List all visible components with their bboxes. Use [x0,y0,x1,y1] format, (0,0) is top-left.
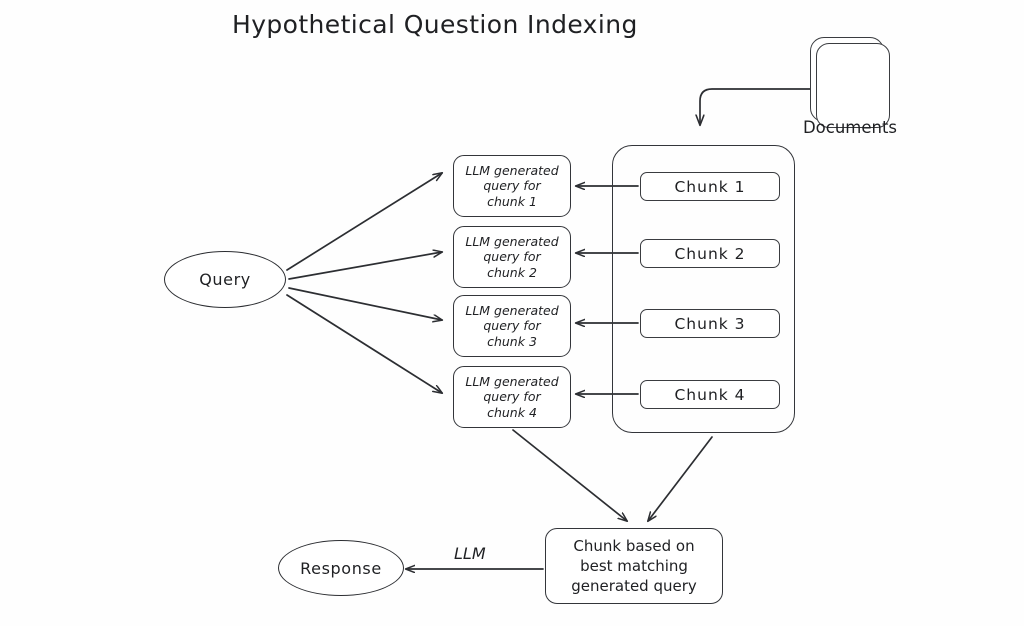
chunk-2-label: Chunk 2 [674,244,746,263]
final-chunk-line3: generated query [571,577,697,595]
query-label: Query [199,270,251,289]
query-node[interactable]: Query [164,251,286,308]
generated-query-4-line3: chunk 4 [487,404,537,420]
chunk-3-label: Chunk 3 [674,314,746,333]
edge-label-llm: LLM [454,544,486,563]
chunk-box-1[interactable]: Chunk 1 [640,172,780,201]
generated-query-4-line2: query for [483,389,541,405]
final-chunk-line1: Chunk based on [573,537,695,555]
chunk-box-2[interactable]: Chunk 2 [640,239,780,268]
edge-genquery4-to-final [512,429,627,521]
generated-query-box-3[interactable]: LLM generated query for chunk 3 [453,295,571,357]
generated-query-3-line1: LLM generated [465,302,559,318]
chunk-box-4[interactable]: Chunk 4 [640,380,780,409]
generated-query-box-2[interactable]: LLM generated query for chunk 2 [453,226,571,288]
generated-query-1-line2: query for [483,178,541,194]
chunk-1-label: Chunk 1 [674,177,746,196]
generated-query-3-line2: query for [483,318,541,334]
edge-query-to-genquery-1 [286,173,442,271]
generated-query-box-4[interactable]: LLM generated query for chunk 4 [453,366,571,428]
edge-query-to-genquery-3 [288,287,442,320]
diagram-canvas: Hypothetical Question Indexing Documents… [0,0,1024,626]
final-chunk-box[interactable]: Chunk based on best matching generated q… [545,528,723,604]
chunk-box-3[interactable]: Chunk 3 [640,309,780,338]
generated-query-4-line1: LLM generated [465,373,559,389]
documents-label: Documents [802,118,898,137]
final-chunk-line2: best matching [580,557,688,575]
edge-query-to-genquery-2 [288,252,442,280]
generated-query-1-line3: chunk 1 [487,193,537,209]
chunk-4-label: Chunk 4 [674,385,746,404]
edge-query-to-genquery-4 [286,294,442,393]
response-label: Response [300,558,382,578]
documents-icon [810,37,890,128]
edge-chunks-to-final [648,436,713,521]
page-title: Hypothetical Question Indexing [232,10,638,39]
generated-query-2-line2: query for [483,249,541,265]
generated-query-3-line3: chunk 3 [487,333,537,349]
documents-icon-inner-sheet [816,43,890,128]
generated-query-2-line1: LLM generated [465,233,559,249]
generated-query-2-line3: chunk 2 [487,264,537,280]
response-node[interactable]: Response [278,540,404,596]
generated-query-1-line1: LLM generated [465,162,559,178]
generated-query-box-1[interactable]: LLM generated query for chunk 1 [453,155,571,217]
